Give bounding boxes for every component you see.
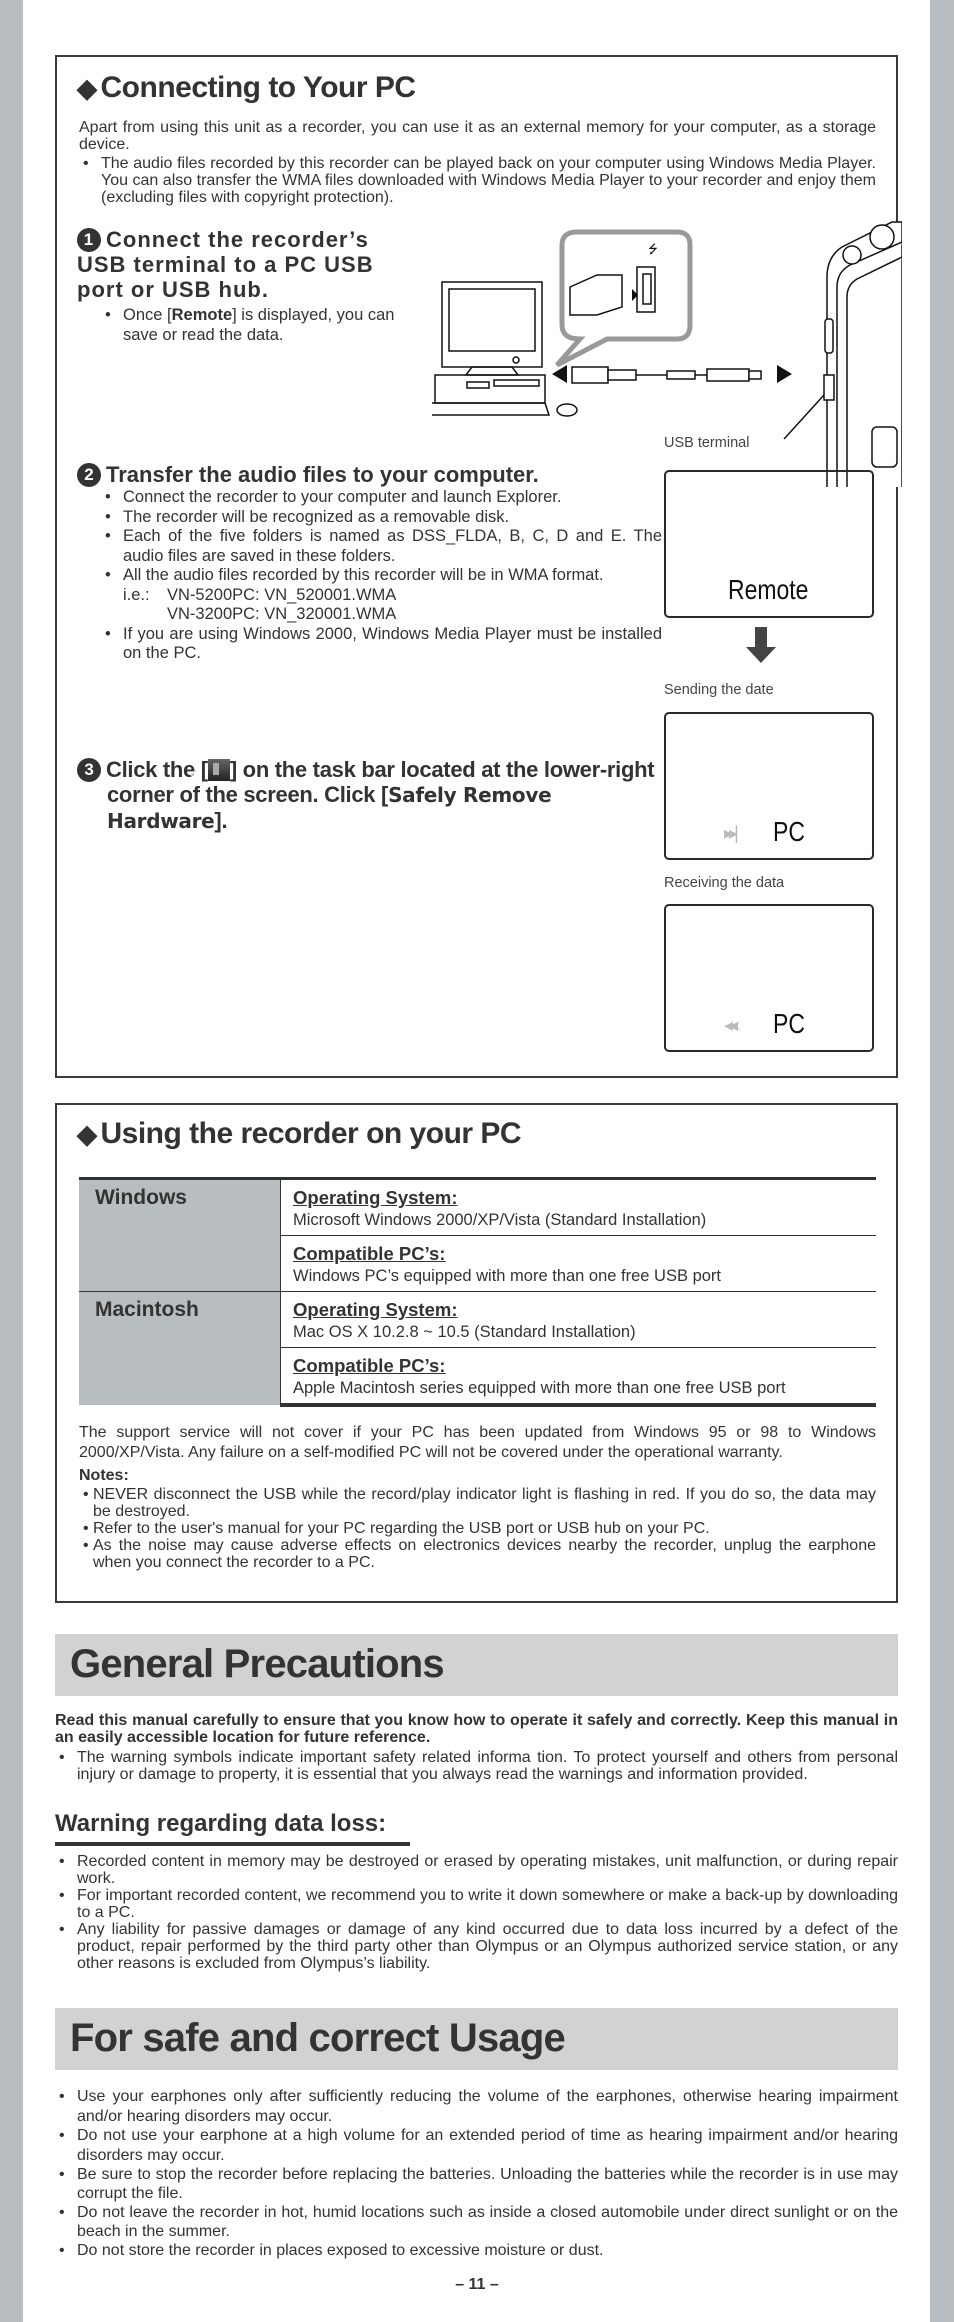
step-title-text: ]. — [214, 808, 228, 833]
lcd-caption: Sending the date — [664, 682, 774, 698]
page-number: – 11 – — [455, 2276, 499, 2293]
section-title-text: Using the recorder on your PC — [100, 1117, 522, 1150]
svg-text:⭍: ⭍ — [648, 242, 658, 256]
step-title-text: Transfer the audio files to your compute… — [106, 462, 539, 487]
step-2-bullets: Connect the recorder to your computer an… — [101, 488, 662, 664]
left-margin-bar — [0, 0, 23, 2322]
step-3: 3 Click the [✓] on the task bar located a… — [77, 757, 662, 834]
list-item: Be sure to stop the recorder before repl… — [55, 2165, 898, 2203]
os-requirements-table: Windows Operating System: Microsoft Wind… — [79, 1177, 876, 1407]
recorder-device-icon — [823, 221, 902, 487]
table-cell: Compatible PC’s: Windows PC’s equipped w… — [280, 1235, 876, 1292]
cell-value: Windows PC’s equipped with more than one… — [293, 1267, 722, 1285]
computer-icon — [432, 281, 578, 417]
list-item: NEVER disconnect the USB while the recor… — [79, 1486, 876, 1520]
band-title: General Precautions — [70, 1642, 445, 1686]
lcd-display-sending: ▸▸| PC — [664, 712, 874, 860]
list-item: Connect the recorder to your computer an… — [101, 488, 662, 508]
list-item: For important recorded content, we recom… — [55, 1887, 898, 1921]
list-item: The recorder will be recognized as a rem… — [101, 508, 662, 528]
send-arrows-icon: ▸▸| — [724, 823, 739, 843]
receive-arrows-icon: ◂◂‹ — [724, 1015, 740, 1035]
step-title-text: Connect the recorder’s USB terminal to a… — [77, 227, 374, 302]
usb-terminal-pointer — [783, 394, 825, 440]
list-item: Do not use your earphone at a high volum… — [55, 2126, 898, 2165]
table-row: Windows Operating System: Microsoft Wind… — [79, 1177, 876, 1292]
section-title: ◆ Using the recorder on your PC — [77, 1117, 522, 1151]
example-file: VN-3200PC: VN_320001.WMA — [167, 605, 397, 623]
usb-cable — [552, 365, 792, 384]
step-2-title: 2 Transfer the audio files to your comput… — [77, 462, 662, 487]
safely-remove-hardware-icon: ✓ — [189, 759, 230, 781]
list-item: Refer to the user's manual for your PC r… — [79, 1520, 876, 1537]
diamond-icon: ◆ — [77, 73, 97, 103]
table-cell: Operating System: Microsoft Windows 2000… — [280, 1177, 876, 1236]
list-item: Do not leave the recorder in hot, humid … — [55, 2203, 898, 2241]
example-file: VN-5200PC: VN_520001.WMA — [167, 585, 397, 604]
safe-usage-list: Use your earphones only after sufficient… — [55, 2087, 898, 2260]
support-note: The support service will not cover if yo… — [79, 1424, 876, 1461]
lcd-text: PC — [773, 1008, 805, 1039]
example-block: i.e.: VN-5200PC: VN_520001.WMA VN-3200PC… — [101, 586, 662, 625]
step-number: 3 — [77, 758, 101, 782]
step-number: 1 — [77, 228, 101, 252]
example-label: i.e.: — [123, 585, 150, 604]
step-1: 1 Connect the recorder’s USB terminal to … — [77, 227, 407, 345]
lcd-text: PC — [773, 816, 805, 847]
right-margin-bar — [930, 0, 954, 2322]
warning-title: Warning regarding data loss: — [55, 1810, 410, 1846]
intro-paragraph: Apart from using this unit as a recorder… — [79, 119, 876, 153]
section-title: ◆ Connecting to Your PC — [77, 71, 416, 105]
connecting-section: ◆ Connecting to Your PC Apart from using … — [55, 55, 902, 1078]
step-1-bullet: Once [Remote] is displayed, you can save… — [101, 306, 407, 345]
section-title-text: Connecting to Your PC — [100, 71, 417, 104]
general-bullet: The warning symbols indicate important s… — [55, 1749, 898, 1783]
warning-title-text: Warning regarding data loss: — [55, 1810, 387, 1837]
lcd-caption: Receiving the data — [664, 875, 785, 891]
notes-list: NEVER disconnect the USB while the recor… — [79, 1486, 876, 1571]
safe-usage-header: For safe and correct Usage — [55, 2008, 898, 2070]
intro-bullet: The audio files recorded by this recorde… — [79, 155, 876, 206]
os-name: Windows — [79, 1177, 281, 1292]
cell-value: Apple Macintosh series equipped with mor… — [293, 1379, 786, 1397]
general-precautions-header: General Precautions — [55, 1634, 898, 1696]
list-item: Recorded content in memory may be destro… — [55, 1853, 898, 1887]
band-title: For safe and correct Usage — [70, 2016, 566, 2060]
list-item: Use your earphones only after sufficient… — [55, 2087, 898, 2126]
list-item: If you are using Windows 2000, Windows M… — [101, 625, 662, 664]
step-2: 2 Transfer the audio files to your comput… — [77, 462, 662, 664]
cell-label: Operating System: — [293, 1187, 458, 1208]
list-item: As the noise may cause adverse effects o… — [79, 1537, 876, 1571]
list-item: Each of the five folders is named as DSS… — [101, 527, 662, 566]
warning-list: Recorded content in memory may be destro… — [55, 1853, 898, 1972]
using-section: ◆ Using the recorder on your PC Windows O… — [55, 1103, 898, 1603]
usb-terminal-label: USB terminal — [664, 435, 750, 451]
table-cell: Compatible PC’s: Apple Macintosh series … — [280, 1347, 876, 1407]
os-name: Macintosh — [79, 1291, 281, 1405]
list-item: Do not store the recorder in places expo… — [55, 2241, 898, 2260]
table-row: Macintosh Operating System: Mac OS X 10.… — [79, 1291, 876, 1405]
cell-label: Compatible PC’s: — [293, 1355, 446, 1376]
warning-underline — [55, 1842, 410, 1846]
step-3-title: 3 Click the [✓] on the task bar located a… — [77, 757, 662, 834]
notes-label: Notes: — [79, 1467, 129, 1484]
cell-value: Mac OS X 10.2.8 ~ 10.5 (Standard Install… — [293, 1323, 636, 1341]
lcd-text: Remote — [728, 574, 809, 605]
list-item: Any liability for passive damages or dam… — [55, 1921, 898, 1972]
step-number: 2 — [77, 463, 101, 487]
step-1-title: 1 Connect the recorder’s USB terminal to … — [77, 227, 407, 302]
cell-label: Operating System: — [293, 1299, 458, 1320]
list-item: All the audio files recorded by this rec… — [101, 566, 662, 586]
cell-label: Compatible PC’s: — [293, 1243, 446, 1264]
cell-value: Microsoft Windows 2000/XP/Vista (Standar… — [293, 1211, 707, 1229]
lcd-display-receiving: ◂◂‹ PC — [664, 904, 874, 1052]
table-cell: Operating System: Mac OS X 10.2.8 ~ 10.5… — [280, 1291, 876, 1348]
general-lead: Read this manual carefully to ensure tha… — [55, 1712, 898, 1746]
diamond-icon: ◆ — [77, 1119, 97, 1149]
lcd-display-remote: Remote — [664, 470, 874, 618]
